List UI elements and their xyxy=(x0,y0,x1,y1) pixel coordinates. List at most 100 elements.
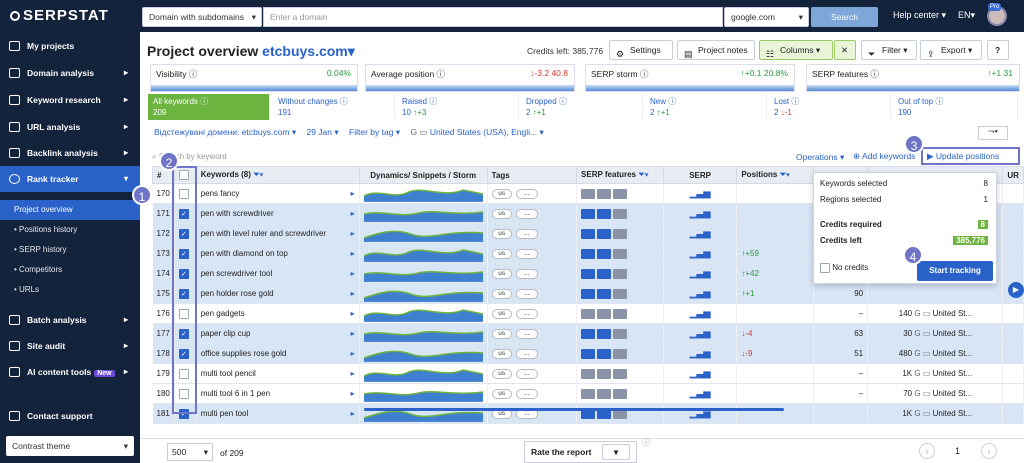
serp-features-cell[interactable] xyxy=(576,323,664,344)
visibility-card[interactable]: Visibility ⓘ 0.04% xyxy=(150,64,358,92)
horizontal-scrollbar[interactable] xyxy=(364,408,784,411)
add-keywords-button[interactable]: ⊕ Add keywords xyxy=(853,151,915,162)
tags-cell[interactable]: us... xyxy=(487,263,578,284)
update-positions-button[interactable]: ▶ Update positions xyxy=(921,147,1020,165)
keyword-cell[interactable]: multi tool 6 in 1 pen ▸ xyxy=(196,383,360,404)
operations-dropdown[interactable]: Operations ▾ xyxy=(796,152,844,163)
sidebar-item-backlink-analysis[interactable]: Backlink analysis ▸ xyxy=(0,140,140,166)
serp-cell[interactable]: ▁▃▅ xyxy=(663,323,738,344)
next-page-button[interactable]: › xyxy=(981,443,997,459)
tab-lost[interactable]: Lost ⓘ 2 ↓-1 xyxy=(769,94,891,120)
average-position-card[interactable]: Average position ⓘ ↓-3.2 40.8 xyxy=(365,64,575,92)
keyword-cell[interactable]: pen with diamond on top ▸ xyxy=(196,243,360,264)
sidebar-item-batch-analysis[interactable]: Batch analysis ▸ xyxy=(0,307,140,333)
url-cell[interactable] xyxy=(1002,243,1024,264)
url-cell[interactable] xyxy=(1002,203,1024,224)
tab-raised[interactable]: Raised ⓘ 10 ↑+3 xyxy=(397,94,519,120)
sidebar-sub-competitors[interactable]: • Competitors xyxy=(0,260,140,280)
serp-cell[interactable]: ▁▃▅ xyxy=(663,343,738,364)
serp-features-cell[interactable] xyxy=(576,203,664,224)
serp-cell[interactable]: ▁▃▅ xyxy=(663,283,738,304)
tab-out-of-top[interactable]: Out of top ⓘ 190 xyxy=(893,94,1018,120)
tags-cell[interactable]: us... xyxy=(487,343,578,364)
url-cell[interactable] xyxy=(1002,263,1024,284)
tag-filter[interactable]: Filter by tag ▾ xyxy=(349,127,400,137)
serp-cell[interactable]: ▁▃▅ xyxy=(663,403,738,424)
serp-features-cell[interactable] xyxy=(576,243,664,264)
help-center-link[interactable]: Help center ▾ xyxy=(893,10,946,21)
region-filter[interactable]: G ▭ United States (USA), Engli... ▾ xyxy=(410,127,543,137)
scroll-right-button[interactable]: ▶ xyxy=(1008,282,1024,298)
contact-support-link[interactable]: Contact support xyxy=(0,403,140,429)
table-row[interactable]: 178 ✓ office supplies rose gold ▸ us... ▁▃▅ ↓-… xyxy=(152,343,1024,364)
serp-features-card[interactable]: SERP features ⓘ ↑+1 31 xyxy=(806,64,1020,92)
prev-page-button[interactable]: ‹ xyxy=(919,443,935,459)
keyword-cell[interactable]: pen gadgets ▸ xyxy=(196,303,360,324)
url-cell[interactable] xyxy=(1002,303,1024,324)
serp-features-cell[interactable] xyxy=(576,343,664,364)
sidebar-item-ai-content-tools[interactable]: AI content tools New ▸ xyxy=(0,359,140,385)
col-serp-features[interactable]: SERP features ⏷▾ xyxy=(576,166,664,184)
table-row[interactable]: 176 pen gadgets ▸ us... ▁▃▅ –140 G ▭ United S… xyxy=(152,303,1024,324)
col-dynamics[interactable]: Dynamics/ Snippets / Storm xyxy=(358,166,488,184)
export-button[interactable]: ⇪ Export ▾ xyxy=(920,40,982,60)
serp-cell[interactable]: ▁▃▅ xyxy=(663,363,738,384)
domain-input[interactable]: Enter a domain xyxy=(263,7,723,27)
tab-without-changes[interactable]: Without changes ⓘ 191 xyxy=(273,94,395,120)
sidebar-item-keyword-research[interactable]: Keyword research ▸ xyxy=(0,87,140,113)
table-row[interactable]: 179 multi tool pencil ▸ us... ▁▃▅ –1K G ▭ Uni… xyxy=(152,363,1024,384)
tab-new[interactable]: New ⓘ 2 ↑+1 xyxy=(645,94,767,120)
tags-cell[interactable]: us... xyxy=(487,363,578,384)
col-serp[interactable]: SERP xyxy=(662,166,738,184)
url-cell[interactable] xyxy=(1002,343,1024,364)
url-cell[interactable] xyxy=(1002,323,1024,344)
url-cell[interactable] xyxy=(1002,403,1024,424)
engine-select[interactable]: google.com ▾ xyxy=(724,7,809,27)
sidebar-item-my-projects[interactable]: My projects xyxy=(0,33,140,59)
search-button[interactable]: Search xyxy=(811,7,878,27)
url-cell[interactable] xyxy=(1002,223,1024,244)
serp-features-cell[interactable] xyxy=(576,303,664,324)
tags-cell[interactable]: us... xyxy=(487,183,578,204)
serp-features-cell[interactable] xyxy=(576,183,664,204)
serp-features-cell[interactable] xyxy=(576,363,664,384)
filter-button[interactable]: ⏷ Filter ▾ xyxy=(861,40,917,60)
serp-features-cell[interactable] xyxy=(576,263,664,284)
table-row[interactable]: 177 ✓ paper clip cup ▸ us... ▁▃▅ ↓-4 63 30 G ▭ U… xyxy=(152,323,1024,344)
tags-cell[interactable]: us... xyxy=(487,203,578,224)
url-cell[interactable] xyxy=(1002,183,1024,204)
keyword-cell[interactable]: office supplies rose gold ▸ xyxy=(196,343,360,364)
url-cell[interactable] xyxy=(1002,383,1024,404)
keyword-cell[interactable]: pen holder rose gold ▸ xyxy=(196,283,360,304)
table-row[interactable]: 180 multi tool 6 in 1 pen ▸ us... ▁▃▅ –70 G ▭… xyxy=(152,383,1024,404)
chart-toggle-button[interactable]: ⤳▾ xyxy=(978,126,1008,140)
serp-features-cell[interactable] xyxy=(576,223,664,244)
serp-cell[interactable]: ▁▃▅ xyxy=(663,243,738,264)
serp-features-cell[interactable] xyxy=(576,283,664,304)
sidebar-item-url-analysis[interactable]: URL analysis ▸ xyxy=(0,114,140,140)
tracked-domains-filter[interactable]: Відстежувані домени: etcbuys.com ▾ xyxy=(154,127,296,137)
url-cell[interactable] xyxy=(1002,363,1024,384)
serp-cell[interactable]: ▁▃▅ xyxy=(663,263,738,284)
settings-button[interactable]: ⚙ Settings xyxy=(609,40,673,60)
per-page-select[interactable]: 500 ▾ xyxy=(167,443,213,461)
keyword-cell[interactable]: pen with screwdriver ▸ xyxy=(196,203,360,224)
serp-features-cell[interactable] xyxy=(576,383,664,404)
sidebar-sub-serp-history[interactable]: • SERP history xyxy=(0,240,140,260)
tab-all-keywords[interactable]: All keywords ⓘ 209 xyxy=(148,94,270,120)
serp-features-cell[interactable] xyxy=(576,403,664,424)
sidebar-sub-project-overview[interactable]: Project overview xyxy=(0,200,140,220)
serp-cell[interactable]: ▁▃▅ xyxy=(663,223,738,244)
sidebar-sub-urls[interactable]: • URLs xyxy=(0,280,140,300)
tags-cell[interactable]: us... xyxy=(487,243,578,264)
scope-select[interactable]: Domain with subdomains ▾ xyxy=(142,7,262,27)
serp-cell[interactable]: ▁▃▅ xyxy=(663,183,738,204)
date-filter[interactable]: 29 Jan ▾ xyxy=(306,127,338,137)
close-columns-button[interactable]: ✕ xyxy=(834,40,856,60)
tab-dropped[interactable]: Dropped ⓘ 2 ↑+1 xyxy=(521,94,643,120)
keyword-cell[interactable]: paper clip cup ▸ xyxy=(196,323,360,344)
col-tags[interactable]: Tags xyxy=(486,166,578,184)
keyword-cell[interactable]: pen screwdriver tool ▸ xyxy=(196,263,360,284)
table-row[interactable]: 181 ✓ multi pen tool ▸ us... ▁▃▅ 1K G ▭ United… xyxy=(152,403,1024,424)
start-tracking-button[interactable]: Start tracking xyxy=(917,261,993,281)
